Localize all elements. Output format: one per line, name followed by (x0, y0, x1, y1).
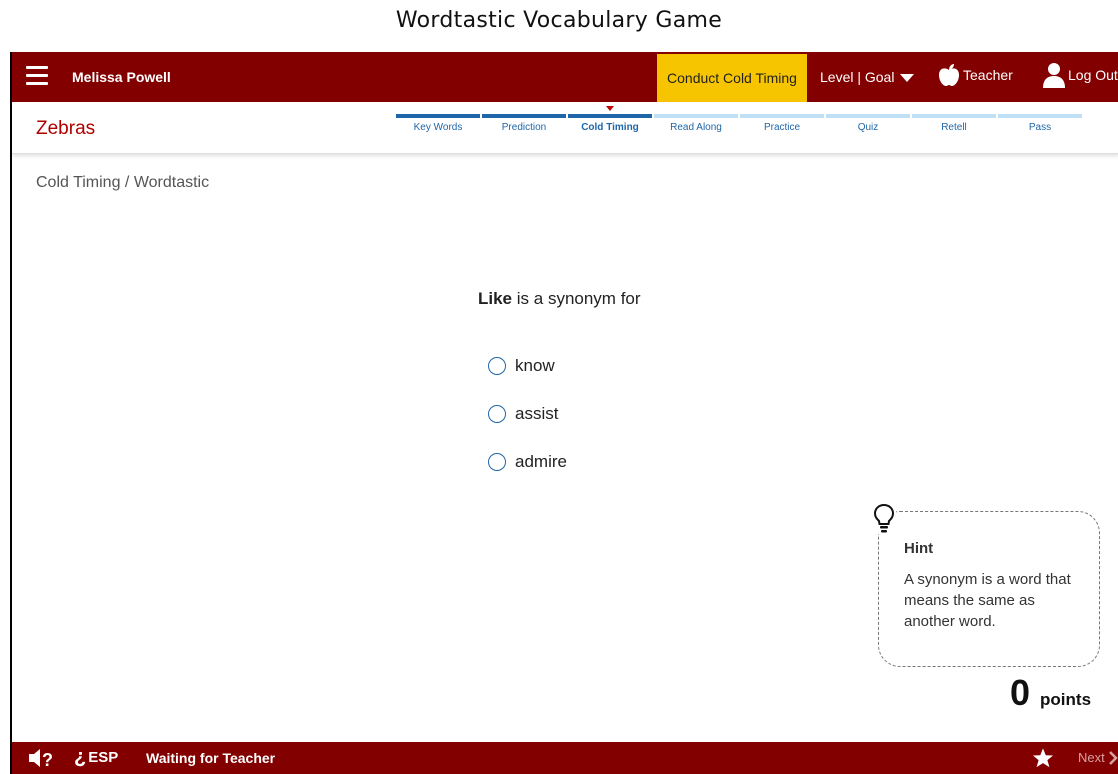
level-goal-dropdown[interactable]: Level | Goal (820, 69, 915, 85)
radio-button[interactable] (488, 405, 506, 423)
radio-button[interactable] (488, 453, 506, 471)
step-retell[interactable]: Retell (912, 114, 996, 133)
top-bar: Melissa Powell Conduct Cold Timing Level… (12, 52, 1118, 102)
caret-down-icon (900, 74, 915, 83)
next-label: Next (1078, 750, 1105, 765)
story-title: Zebras (36, 118, 96, 139)
audio-help-icon[interactable]: ? (28, 747, 56, 769)
status-text: Waiting for Teacher (146, 750, 276, 766)
answer-option[interactable]: know (488, 342, 567, 390)
step-read-along[interactable]: Read Along (654, 114, 738, 133)
score-value: 0 (1010, 672, 1031, 713)
step-practice[interactable]: Practice (740, 114, 824, 133)
app-frame: Melissa Powell Conduct Cold Timing Level… (10, 52, 1118, 774)
star-icon[interactable] (1032, 747, 1054, 769)
svg-text:?: ? (42, 750, 53, 769)
breadcrumb: Cold Timing / Wordtastic (36, 174, 210, 191)
current-step-marker-icon (606, 106, 614, 111)
logout-label: Log Out (1068, 67, 1118, 83)
radio-button[interactable] (488, 357, 506, 375)
step-label: Prediction (501, 122, 547, 133)
page-title: Wordtastic Vocabulary Game (395, 8, 723, 33)
answer-option[interactable]: admire (488, 438, 567, 486)
logout-button[interactable]: Log Out (1042, 62, 1118, 88)
answer-label: admire (515, 452, 567, 471)
question-prompt: Like is a synonym for (478, 289, 641, 309)
user-icon (1043, 63, 1065, 88)
user-name: Melissa Powell (72, 69, 171, 85)
question-text: is a synonym for (516, 289, 641, 308)
progress-steps: Key Words Prediction Cold Timing Read Al… (396, 106, 1084, 133)
step-key-words[interactable]: Key Words (396, 114, 480, 133)
chevron-right-icon (1108, 750, 1118, 765)
score-display: 0 points (1010, 672, 1091, 714)
step-pass[interactable]: Pass (998, 114, 1082, 133)
hamburger-menu-icon[interactable] (26, 66, 48, 86)
teacher-label: Teacher (963, 67, 1013, 83)
step-quiz[interactable]: Quiz (826, 114, 910, 133)
hint-text: A synonym is a word that means the same … (904, 571, 1071, 630)
esp-label: ESP (88, 749, 119, 766)
step-cold-timing[interactable]: Cold Timing (568, 106, 652, 133)
step-prediction[interactable]: Prediction (482, 114, 566, 133)
answer-options: know assist admire (488, 342, 567, 486)
conduct-cold-timing-button[interactable]: Conduct Cold Timing (657, 54, 807, 102)
score-unit: points (1040, 690, 1092, 709)
answer-option[interactable]: assist (488, 390, 567, 438)
step-label: Key Words (413, 122, 463, 133)
step-label: Practice (763, 122, 801, 133)
bottom-bar: ? ¿ ESP Waiting for Teacher Next (12, 742, 1118, 774)
step-label: Pass (1028, 122, 1052, 133)
step-label: Cold Timing (581, 122, 639, 133)
hint-box: Hint A synonym is a word that means the … (878, 511, 1100, 667)
teacher-button[interactable]: Teacher (938, 63, 1013, 87)
apple-icon (939, 64, 959, 86)
next-button[interactable]: Next (1078, 750, 1118, 765)
inverted-question-icon: ¿ (74, 746, 87, 768)
step-label: Retell (941, 122, 967, 133)
answer-label: assist (515, 404, 559, 423)
spanish-toggle-button[interactable]: ¿ ESP (74, 746, 118, 769)
level-goal-label: Level | Goal (820, 69, 895, 85)
answer-label: know (515, 356, 555, 375)
lightbulb-icon (872, 502, 896, 534)
step-label: Read Along (670, 122, 722, 133)
hint-title: Hint (904, 540, 934, 557)
target-word: Like (478, 289, 513, 308)
sub-header: Zebras Key Words Prediction Cold Timing … (12, 102, 1118, 154)
step-label: Quiz (857, 122, 879, 133)
